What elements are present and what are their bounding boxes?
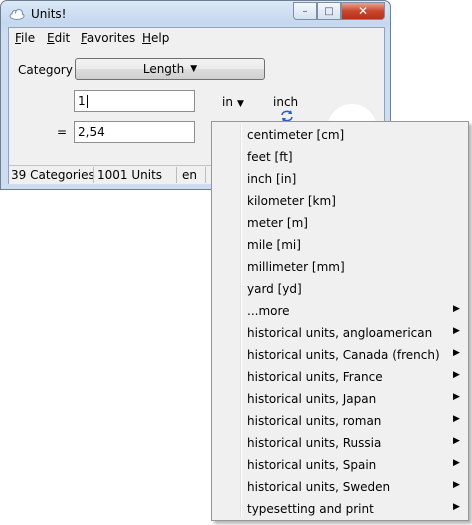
- category-label: Category: [18, 63, 73, 77]
- minimize-button[interactable]: –: [293, 2, 317, 20]
- menu-file[interactable]: File: [15, 31, 35, 45]
- cloud-app-icon: [9, 9, 25, 20]
- submenu-arrow-icon: ▶: [453, 348, 460, 358]
- menu-item-historical-roman[interactable]: historical units, roman ▶: [215, 410, 465, 432]
- menu-item-historical-sweden[interactable]: historical units, Sweden ▶: [215, 476, 465, 498]
- menu-item-more[interactable]: ...more ▶: [215, 300, 465, 322]
- submenu-arrow-icon: ▶: [453, 326, 460, 336]
- menu-item-yard[interactable]: yard [yd]: [215, 278, 465, 300]
- from-value-input[interactable]: 1: [74, 90, 195, 112]
- from-unit-name: inch: [273, 95, 299, 109]
- menu-item-historical-canada[interactable]: historical units, Canada (french) ▶: [215, 344, 465, 366]
- menu-item-historical-spain[interactable]: historical units, Spain ▶: [215, 454, 465, 476]
- maximize-button[interactable]: □: [317, 2, 341, 20]
- menu-item-inch[interactable]: inch [in]: [215, 168, 465, 190]
- chevron-down-icon: ▼: [236, 99, 244, 109]
- menu-bar: File Edit Favorites Help: [9, 28, 384, 50]
- submenu-arrow-icon: ▶: [453, 502, 460, 512]
- unit-dropdown-menu: centimeter [cm] feet [ft] inch [in] kilo…: [211, 121, 469, 521]
- text-cursor: [86, 95, 88, 108]
- menu-help[interactable]: Help: [142, 31, 169, 45]
- submenu-arrow-icon: ▶: [453, 304, 460, 314]
- menu-item-historical-angloamerican[interactable]: historical units, angloamerican ▶: [215, 322, 465, 344]
- menu-edit[interactable]: Edit: [47, 31, 70, 45]
- submenu-arrow-icon: ▶: [453, 458, 460, 468]
- window-title: Units!: [31, 7, 67, 21]
- equals-sign: =: [57, 125, 68, 139]
- menu-item-historical-japan[interactable]: historical units, Japan ▶: [215, 388, 465, 410]
- menu-item-millimeter[interactable]: millimeter [mm]: [215, 256, 465, 278]
- menu-item-feet[interactable]: feet [ft]: [215, 146, 465, 168]
- menu-item-mile[interactable]: mile [mi]: [215, 234, 465, 256]
- status-categories: 39 Categories: [11, 168, 95, 182]
- status-divider: [93, 167, 94, 183]
- minimize-icon: –: [302, 5, 308, 17]
- menu-item-centimeter[interactable]: centimeter [cm]: [215, 124, 465, 146]
- to-value-input[interactable]: 2,54: [74, 121, 195, 143]
- category-value: Length: [142, 62, 185, 76]
- close-button[interactable]: ✕: [341, 2, 385, 20]
- menu-item-historical-russia[interactable]: historical units, Russia ▶: [215, 432, 465, 454]
- status-divider: [176, 167, 177, 183]
- title-bar[interactable]: Units! – □ ✕: [1, 1, 390, 27]
- submenu-arrow-icon: ▶: [453, 436, 460, 446]
- menu-item-typesetting[interactable]: typesetting and print ▶: [215, 498, 465, 520]
- from-unit-dropdown[interactable]: in ▼: [222, 95, 244, 109]
- chevron-down-icon: ▼: [190, 64, 198, 74]
- submenu-arrow-icon: ▶: [453, 392, 460, 402]
- status-units: 1001 Units: [97, 168, 163, 182]
- from-unit-abbr: in: [222, 95, 233, 109]
- submenu-arrow-icon: ▶: [453, 414, 460, 424]
- menu-favorites[interactable]: Favorites: [81, 31, 135, 45]
- menu-item-meter[interactable]: meter [m]: [215, 212, 465, 234]
- menu-item-historical-france[interactable]: historical units, France ▶: [215, 366, 465, 388]
- category-dropdown-button[interactable]: Length ▼: [75, 58, 265, 80]
- menu-item-kilometer[interactable]: kilometer [km]: [215, 190, 465, 212]
- status-language: en: [182, 168, 197, 182]
- status-divider: [205, 167, 206, 183]
- submenu-arrow-icon: ▶: [453, 480, 460, 490]
- maximize-icon: □: [324, 5, 334, 17]
- close-icon: ✕: [357, 4, 369, 18]
- submenu-arrow-icon: ▶: [453, 370, 460, 380]
